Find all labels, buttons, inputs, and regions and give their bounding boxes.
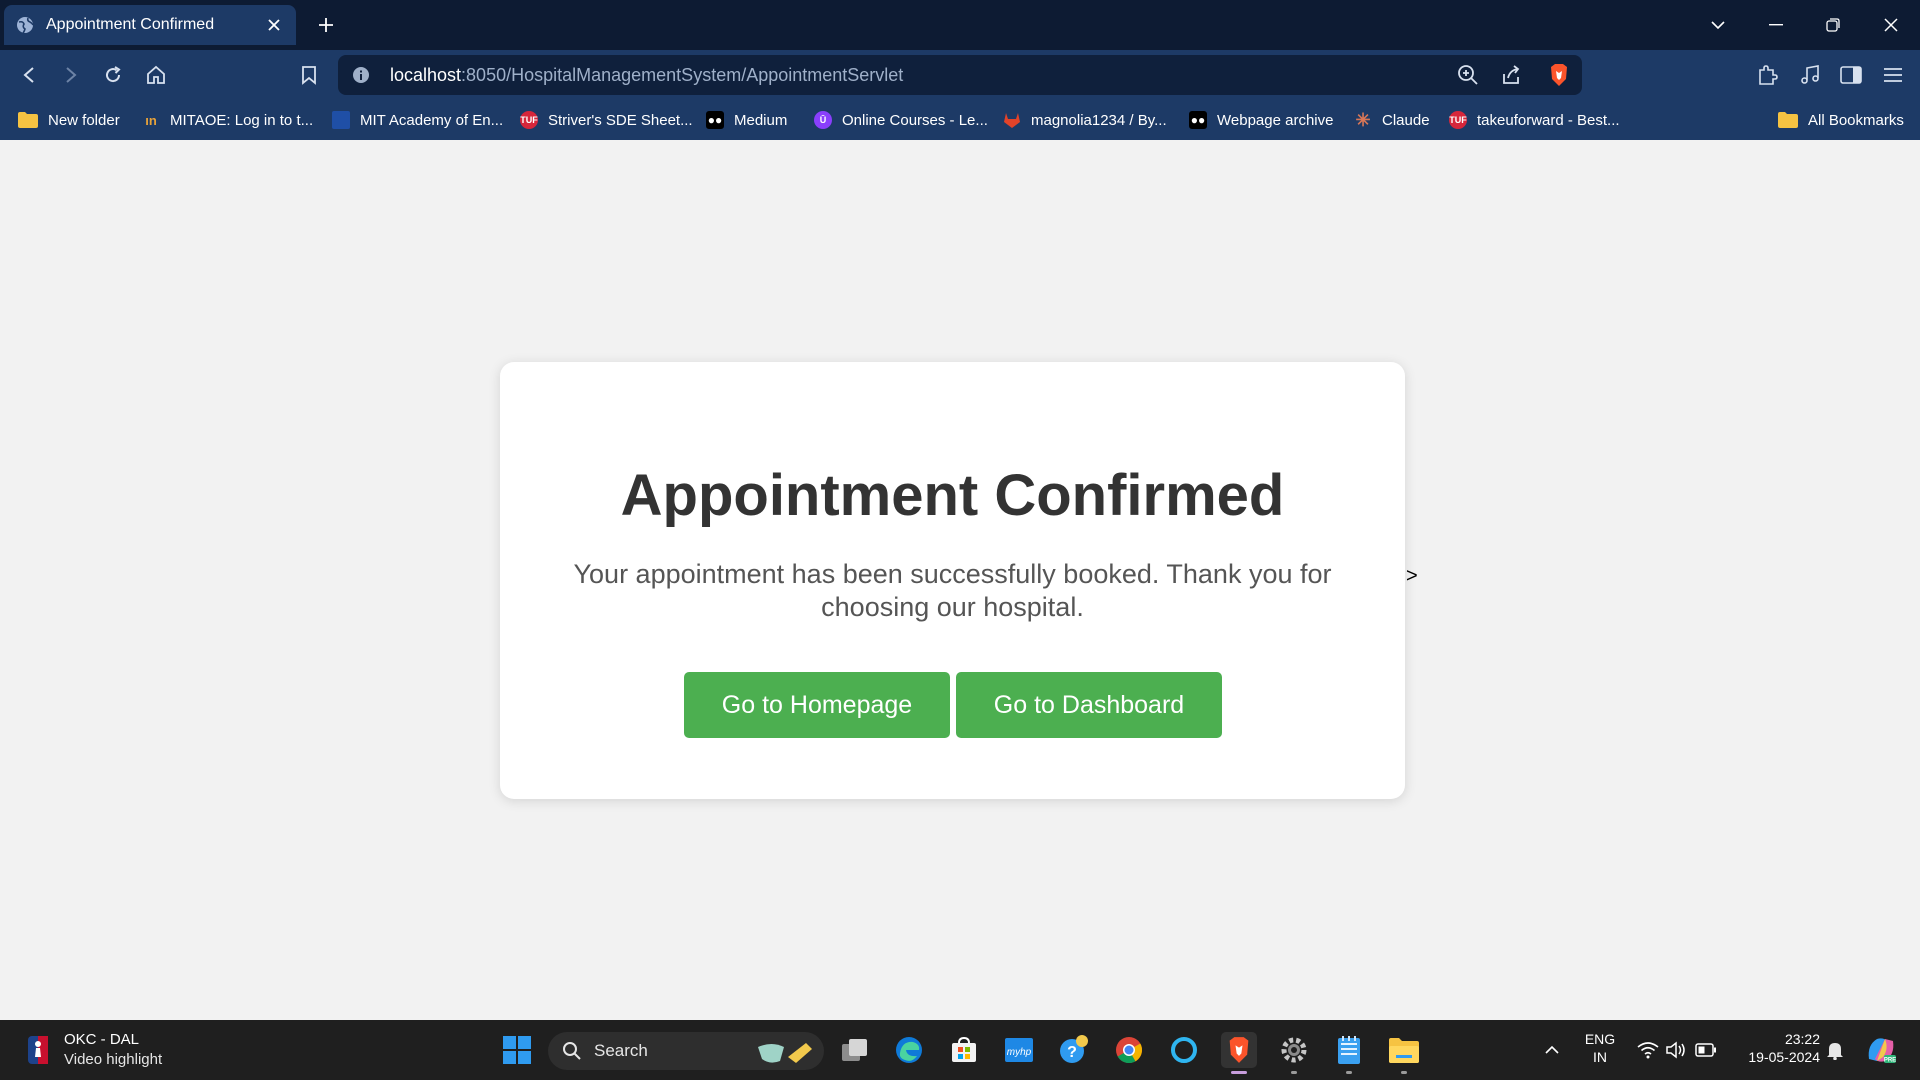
gitlab-icon xyxy=(1003,111,1021,129)
language-indicator[interactable]: ENG IN xyxy=(1582,1030,1618,1066)
bookmark-online-courses[interactable]: Ū Online Courses - Le... xyxy=(814,108,988,132)
volume-icon[interactable] xyxy=(1664,1038,1688,1062)
folder-icon xyxy=(1778,112,1798,128)
bookmark-mit-academy[interactable]: MIT Academy of En... xyxy=(332,108,503,132)
archive-icon: ●● xyxy=(1189,111,1207,129)
battery-icon[interactable] xyxy=(1694,1038,1718,1062)
active-app-indicator xyxy=(1231,1071,1247,1074)
page-content: Appointment Confirmed Your appointment h… xyxy=(0,140,1920,1020)
url-host: localhost xyxy=(390,64,462,85)
notification-bell-icon[interactable] xyxy=(1823,1038,1847,1062)
running-app-indicator xyxy=(1291,1071,1297,1074)
bookmark-medium[interactable]: ●● Medium xyxy=(706,108,787,132)
udemy-icon: Ū xyxy=(814,111,832,129)
tuf-icon: TUF xyxy=(520,111,538,129)
clock-date: 19-05-2024 xyxy=(1748,1049,1820,1065)
bookmark-icon[interactable] xyxy=(296,62,322,88)
nba-logo-icon xyxy=(26,1035,50,1065)
page-title: Appointment Confirmed xyxy=(620,463,1285,528)
taskbar-search[interactable]: Search xyxy=(548,1032,824,1070)
bookmark-strivers-sheet[interactable]: TUF Striver's SDE Sheet... xyxy=(520,108,693,132)
new-tab-button[interactable] xyxy=(314,13,338,37)
media-icon[interactable] xyxy=(1797,62,1823,88)
bookmark-new-folder[interactable]: New folder xyxy=(18,108,120,132)
file-explorer-icon[interactable] xyxy=(1386,1032,1422,1068)
extensions-icon[interactable] xyxy=(1754,62,1780,88)
windows-start-icon[interactable] xyxy=(499,1032,535,1068)
close-tab-icon[interactable] xyxy=(264,15,284,35)
site-info-icon[interactable] xyxy=(352,66,370,84)
task-view-icon[interactable] xyxy=(837,1032,873,1068)
svg-text:?: ? xyxy=(1067,1044,1077,1061)
news-widget[interactable]: OKC - DAL Video highlight xyxy=(26,1030,162,1070)
running-app-indicator xyxy=(1401,1071,1407,1074)
menu-icon[interactable] xyxy=(1880,62,1906,88)
claude-icon: ✳ xyxy=(1355,109,1371,130)
stray-text: > xyxy=(1406,565,1418,587)
address-bar[interactable]: localhost:8050/HospitalManagementSystem/… xyxy=(338,55,1582,95)
mit-icon xyxy=(332,111,350,129)
get-help-icon[interactable]: ? xyxy=(1056,1032,1092,1068)
brave-shields-icon[interactable] xyxy=(1547,63,1571,87)
go-to-homepage-button[interactable]: Go to Homepage xyxy=(684,672,950,738)
zoom-icon[interactable] xyxy=(1456,63,1480,87)
reload-icon[interactable] xyxy=(100,62,126,88)
svg-text:myhp: myhp xyxy=(1007,1047,1032,1058)
globe-icon xyxy=(16,16,34,34)
mitaoe-icon: ın xyxy=(145,112,157,128)
medium-icon: ●● xyxy=(706,111,724,129)
tab-title: Appointment Confirmed xyxy=(46,16,215,33)
go-to-dashboard-button[interactable]: Go to Dashboard xyxy=(956,672,1222,738)
news-title: OKC - DAL xyxy=(64,1031,140,1048)
search-highlight-icon xyxy=(754,1037,816,1072)
url-text: localhost:8050/HospitalManagementSystem/… xyxy=(390,65,903,86)
search-icon xyxy=(562,1041,582,1061)
brave-taskbar-icon[interactable] xyxy=(1221,1032,1257,1068)
chrome-icon[interactable] xyxy=(1111,1032,1147,1068)
tab-appointment-confirmed[interactable]: Appointment Confirmed xyxy=(4,5,296,45)
bookmark-claude[interactable]: ✳ Claude xyxy=(1354,108,1429,132)
running-app-indicator xyxy=(1346,1071,1352,1074)
news-subtitle: Video highlight xyxy=(64,1051,163,1068)
store-icon[interactable] xyxy=(946,1032,982,1068)
tab-list-chevron-icon[interactable] xyxy=(1706,13,1730,37)
edge-icon[interactable] xyxy=(891,1032,927,1068)
url-path: :8050/HospitalManagementSystem/Appointme… xyxy=(461,64,904,85)
bookmark-mitaoe[interactable]: ın MITAOE: Log in to t... xyxy=(142,108,313,132)
share-icon[interactable] xyxy=(1499,63,1523,87)
cortana-icon[interactable] xyxy=(1166,1032,1202,1068)
clock[interactable]: 23:22 19-05-2024 xyxy=(1734,1030,1820,1066)
bookmark-magnolia[interactable]: magnolia1234 / By... xyxy=(1003,108,1167,132)
confirmation-message: Your appointment has been successfully b… xyxy=(573,559,1332,622)
bookmark-takeuforward[interactable]: TUF takeuforward - Best... xyxy=(1449,108,1620,132)
search-label: Search xyxy=(594,1041,648,1060)
svg-text:PRE: PRE xyxy=(1884,1058,1896,1064)
close-window-icon[interactable] xyxy=(1879,13,1903,37)
confirmation-card: Appointment Confirmed Your appointment h… xyxy=(500,362,1405,799)
copilot-icon[interactable]: PRE xyxy=(1863,1032,1899,1068)
sidebar-icon[interactable] xyxy=(1838,62,1864,88)
myhp-icon[interactable]: myhp xyxy=(1001,1032,1037,1068)
clock-time: 23:22 xyxy=(1784,1031,1820,1047)
wifi-icon[interactable] xyxy=(1636,1038,1660,1062)
back-icon[interactable] xyxy=(16,62,42,88)
home-icon[interactable] xyxy=(143,62,169,88)
restore-icon[interactable] xyxy=(1821,13,1845,37)
bookmark-webpage-archive[interactable]: ●● Webpage archive xyxy=(1189,108,1333,132)
settings-icon[interactable] xyxy=(1276,1032,1312,1068)
minimize-icon[interactable] xyxy=(1764,13,1788,37)
notepad-icon[interactable] xyxy=(1331,1032,1367,1068)
all-bookmarks[interactable]: All Bookmarks xyxy=(1778,108,1904,132)
forward-icon[interactable] xyxy=(58,62,84,88)
tuf-icon: TUF xyxy=(1449,111,1467,129)
chevron-up-icon[interactable] xyxy=(1540,1038,1564,1062)
folder-icon xyxy=(18,112,38,128)
